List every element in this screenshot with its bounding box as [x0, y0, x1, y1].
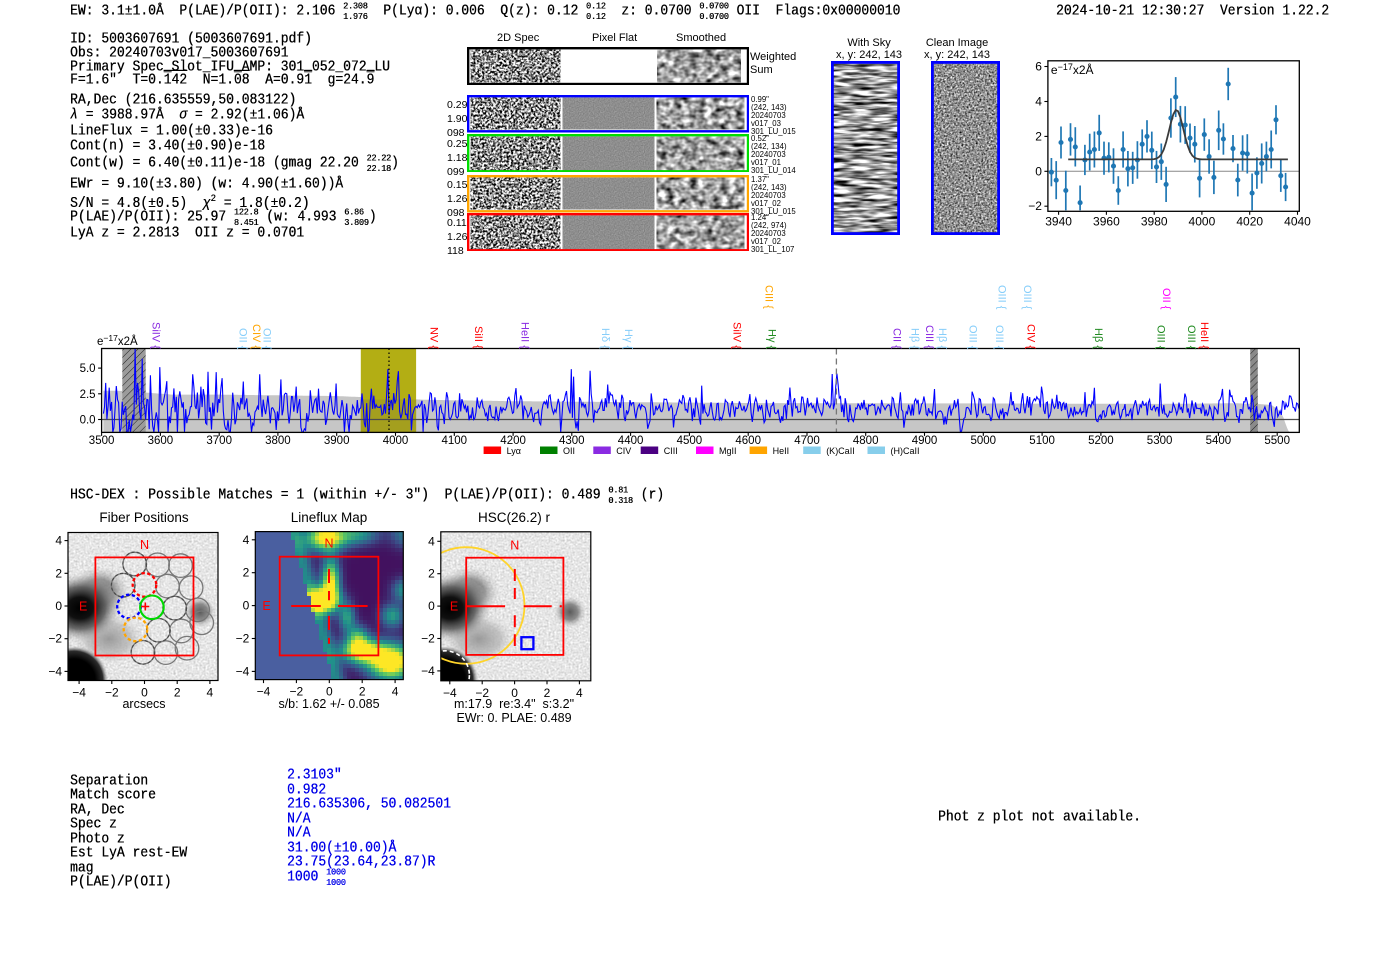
- svg-text:2: 2: [428, 567, 435, 581]
- svg-text:5000: 5000: [971, 435, 997, 447]
- svg-text:e−17x2Å: e−17x2Å: [1051, 62, 1094, 77]
- svg-text:2: 2: [55, 566, 62, 580]
- svg-text:5.0: 5.0: [80, 363, 96, 375]
- svg-text:5200: 5200: [1088, 435, 1114, 447]
- svg-text:e−17x2Å: e−17x2Å: [97, 333, 138, 348]
- svg-text:Lyα: Lyα: [507, 446, 521, 456]
- svg-text:4700: 4700: [794, 435, 820, 447]
- svg-text:−2: −2: [1028, 199, 1042, 213]
- svg-text:4: 4: [243, 533, 250, 547]
- svg-text:5300: 5300: [1147, 435, 1173, 447]
- svg-text:4500: 4500: [677, 435, 703, 447]
- svg-text:4: 4: [392, 685, 399, 699]
- svg-text:−4: −4: [72, 686, 86, 700]
- svg-text:3980: 3980: [1141, 214, 1168, 228]
- svg-text:4800: 4800: [853, 435, 879, 447]
- svg-text:HeII: HeII: [773, 446, 790, 456]
- svg-text:2.5: 2.5: [80, 389, 96, 401]
- svg-text:−2: −2: [105, 686, 119, 700]
- svg-text:−2: −2: [421, 632, 435, 646]
- svg-text:4: 4: [1035, 95, 1042, 109]
- svg-text:CIII: CIII: [664, 446, 678, 456]
- svg-text:5100: 5100: [1029, 435, 1055, 447]
- svg-text:3500: 3500: [89, 435, 115, 447]
- svg-text:4000: 4000: [1189, 214, 1216, 228]
- svg-text:−2: −2: [48, 632, 62, 646]
- svg-text:0: 0: [428, 599, 435, 613]
- svg-text:(H)CaII: (H)CaII: [891, 446, 920, 456]
- svg-text:3600: 3600: [148, 435, 174, 447]
- svg-text:CIV: CIV: [616, 446, 631, 456]
- svg-text:2: 2: [243, 566, 250, 580]
- svg-text:2: 2: [1035, 129, 1042, 143]
- svg-text:3800: 3800: [265, 435, 291, 447]
- svg-text:3900: 3900: [324, 435, 350, 447]
- svg-text:OII: OII: [563, 446, 575, 456]
- svg-text:4: 4: [55, 534, 62, 548]
- svg-text:5500: 5500: [1264, 435, 1290, 447]
- svg-text:2: 2: [174, 686, 181, 700]
- svg-text:4600: 4600: [735, 435, 761, 447]
- svg-text:5400: 5400: [1206, 435, 1232, 447]
- svg-text:4: 4: [207, 686, 214, 700]
- svg-text:0: 0: [1035, 164, 1042, 178]
- svg-text:−4: −4: [48, 664, 62, 678]
- svg-text:4100: 4100: [442, 435, 468, 447]
- svg-text:−2: −2: [236, 632, 250, 646]
- svg-text:(K)CaII: (K)CaII: [826, 446, 855, 456]
- svg-text:−4: −4: [421, 664, 435, 678]
- svg-text:−4: −4: [236, 664, 250, 678]
- svg-text:4: 4: [576, 686, 583, 700]
- svg-text:MgII: MgII: [719, 446, 737, 456]
- svg-text:4040: 4040: [1284, 214, 1311, 228]
- svg-text:−4: −4: [257, 685, 271, 699]
- svg-text:0.0: 0.0: [80, 415, 96, 427]
- svg-text:3940: 3940: [1045, 214, 1072, 228]
- svg-text:3700: 3700: [206, 435, 232, 447]
- svg-text:6: 6: [1035, 60, 1042, 74]
- svg-text:0: 0: [243, 599, 250, 613]
- svg-text:3960: 3960: [1093, 214, 1120, 228]
- svg-text:4000: 4000: [383, 435, 409, 447]
- svg-text:4020: 4020: [1236, 214, 1263, 228]
- svg-text:4: 4: [428, 534, 435, 548]
- svg-text:0: 0: [55, 599, 62, 613]
